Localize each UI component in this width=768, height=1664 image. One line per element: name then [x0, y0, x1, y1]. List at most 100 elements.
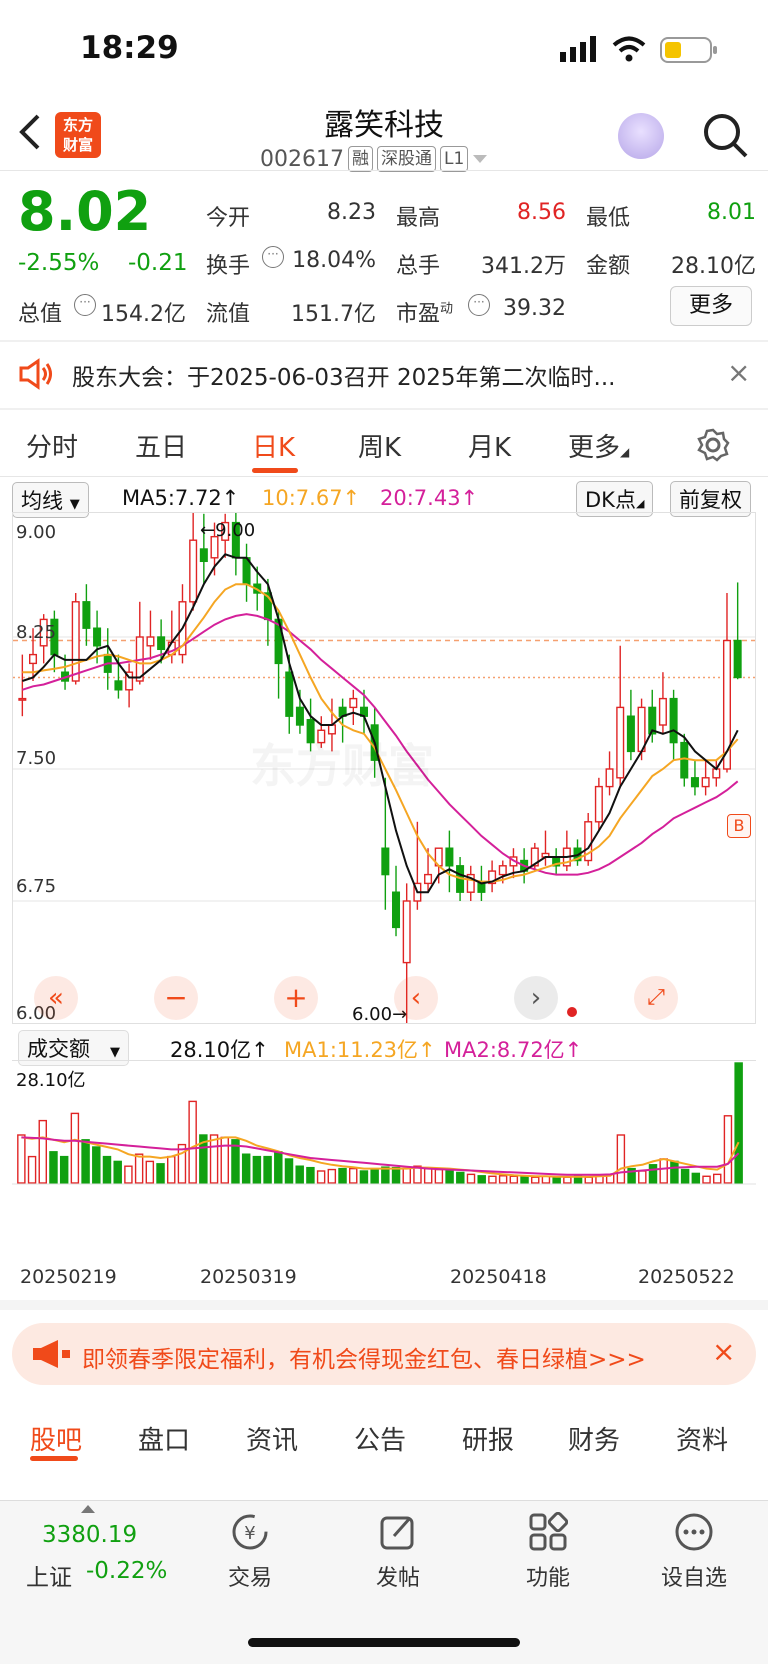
tab-announcement[interactable]: 公告: [354, 1420, 406, 1457]
volume-bar: [509, 1175, 519, 1184]
tab-profile[interactable]: 资料: [676, 1420, 728, 1457]
expand-icon: ⤢: [647, 985, 665, 1010]
tab-pankou[interactable]: 盘口: [138, 1420, 190, 1457]
prev-button[interactable]: ‹: [394, 976, 438, 1020]
caret-icon: ◢: [620, 445, 630, 459]
tab-finance[interactable]: 财务: [568, 1420, 620, 1457]
volume-bar: [70, 1112, 80, 1184]
volume-bar: [209, 1134, 219, 1184]
function-icon[interactable]: [528, 1512, 568, 1552]
value-low: 8.01: [707, 200, 756, 225]
post-icon[interactable]: [378, 1512, 418, 1552]
index-name[interactable]: 上证: [26, 1558, 72, 1592]
volume-bar: [134, 1153, 144, 1184]
volume-svg[interactable]: [12, 1061, 756, 1265]
promo-text[interactable]: 即领春季限定福利，有机会得现金红包、春日绿植>>>: [82, 1340, 646, 1374]
label-open: 今开: [206, 206, 251, 231]
candle-body: [669, 697, 678, 744]
tab-weekly-k[interactable]: 周K: [358, 427, 401, 464]
robot-avatar-icon[interactable]: [618, 113, 664, 159]
date-tick: 20250219: [20, 1266, 117, 1288]
trade-icon[interactable]: ¥: [230, 1512, 270, 1552]
index-pct[interactable]: -0.22%: [86, 1558, 167, 1584]
tag-connect: 深股通: [376, 146, 436, 172]
tab-5day[interactable]: 五日: [135, 427, 187, 464]
nav-add-watchlist[interactable]: 设自选: [634, 1560, 754, 1592]
nav-post[interactable]: 发帖: [338, 1560, 458, 1592]
volume-bar: [188, 1100, 197, 1184]
label-turnover: 换手: [206, 254, 251, 279]
candle-body: [477, 882, 486, 893]
more-button[interactable]: 更多: [670, 286, 752, 326]
candle-body: [424, 873, 433, 885]
tab-monthly-k[interactable]: 月K: [468, 427, 511, 464]
tab-research[interactable]: 研报: [462, 1420, 514, 1457]
nav-function[interactable]: 功能: [488, 1560, 608, 1592]
candle-body: [71, 601, 80, 682]
volume-bar: [349, 1167, 358, 1184]
candle-body: [349, 697, 358, 709]
candle-body: [82, 601, 91, 629]
ma10-value: 10:7.67↑: [262, 486, 361, 510]
buy-marker[interactable]: B: [727, 814, 751, 838]
tab-daily-k[interactable]: 日K: [252, 427, 295, 464]
label-volume: 总手: [396, 254, 441, 279]
volume-bar: [306, 1166, 315, 1184]
volume-bar: [338, 1167, 347, 1184]
volume-bar: [241, 1153, 251, 1184]
search-icon[interactable]: [702, 112, 748, 158]
tab-intraday[interactable]: 分时: [26, 427, 78, 464]
status-bar: 18:29: [0, 0, 768, 92]
candle-body: [733, 639, 742, 679]
volume-bar: [81, 1139, 90, 1184]
tab-underline: [252, 468, 298, 473]
candle-body: [295, 706, 304, 726]
tab-guba[interactable]: 股吧: [30, 1420, 82, 1457]
tab-more[interactable]: 更多◢: [568, 427, 629, 464]
gear-icon[interactable]: [696, 428, 730, 462]
volume-bar: [563, 1176, 572, 1184]
notice-text[interactable]: 股东大会：于2025-06-03召开 2025年第二次临时...: [72, 358, 615, 392]
next-button[interactable]: ›: [514, 976, 558, 1020]
candle-body: [626, 715, 635, 753]
fullscreen-button[interactable]: ⤢: [634, 976, 678, 1020]
promo-close-icon[interactable]: ×: [712, 1335, 735, 1368]
double-chevron-left-icon: «: [48, 983, 64, 1013]
tab-news[interactable]: 资讯: [246, 1420, 298, 1457]
volume-bar: [402, 1167, 411, 1184]
volume-bar: [391, 1166, 401, 1184]
candle-body: [157, 636, 166, 651]
candle-body: [605, 768, 614, 788]
svg-text:¥: ¥: [244, 1523, 255, 1544]
header-divider: [0, 170, 768, 171]
volume-bar: [59, 1155, 69, 1184]
label-low: 最低: [586, 206, 631, 231]
y-tick: 8.25: [16, 622, 57, 643]
value-float-mv: 151.7亿: [291, 302, 376, 327]
battery-icon: [660, 37, 717, 63]
zoom-in-button[interactable]: +: [274, 976, 318, 1020]
current-price: 8.02: [18, 180, 152, 243]
more-dots-icon[interactable]: [674, 1512, 714, 1552]
volume-bar: [456, 1171, 465, 1184]
volume-bar: [316, 1170, 326, 1184]
caret-up-icon[interactable]: [80, 1504, 96, 1514]
candle-body: [594, 785, 603, 823]
change-percent: -2.55%: [18, 250, 100, 276]
volume-bar: [670, 1160, 679, 1184]
latest-dot: [567, 1007, 577, 1017]
zoom-out-button[interactable]: −: [154, 976, 198, 1020]
candle-body: [712, 768, 721, 779]
candle-body: [285, 671, 294, 717]
label-total-mv: 总值: [18, 302, 63, 327]
y-tick: 9.00: [16, 522, 57, 543]
rewind-button[interactable]: «: [34, 976, 78, 1020]
candle-body: [658, 697, 667, 726]
caret-down-icon[interactable]: [472, 154, 488, 164]
nav-trade[interactable]: 交易: [190, 1560, 310, 1592]
volume-chart[interactable]: [12, 1060, 756, 1266]
value-volume: 341.2万: [481, 254, 566, 279]
info-icon[interactable]: ···: [468, 294, 490, 316]
index-value[interactable]: 3380.19: [42, 1522, 137, 1548]
notice-close-icon[interactable]: ×: [727, 356, 750, 389]
